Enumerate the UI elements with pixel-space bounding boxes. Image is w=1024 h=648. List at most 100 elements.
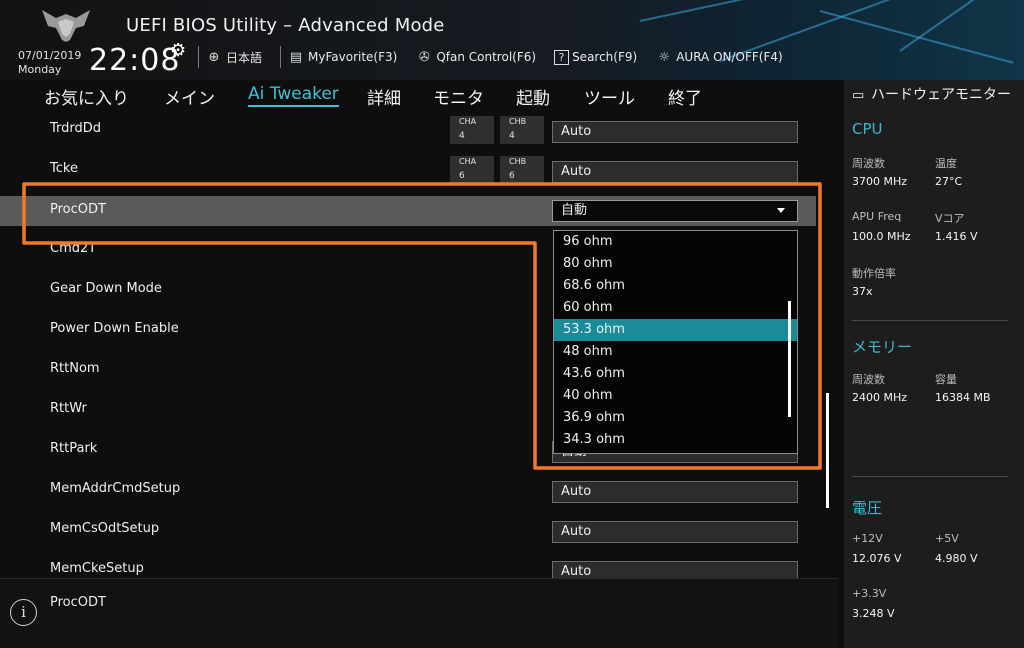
procodt-dropdown: 96 ohm 80 ohm 68.6 ohm 60 ohm 53.3 ohm 4… <box>553 230 798 454</box>
cpu-temp-label: 温度 <box>935 157 957 170</box>
setting-row-tcke[interactable]: Tcke CHA 6 CHB 6 Auto <box>0 152 816 192</box>
dropdown-option[interactable]: 60 ohm <box>554 297 797 319</box>
v33-value: 3.248 V <box>852 607 895 620</box>
main-menu: お気に入り メイン Ai Tweaker 詳細 モニタ 起動 ツール 終了 <box>0 80 838 112</box>
header-decoration <box>899 0 1016 52</box>
date-display: 07/01/2019 Monday <box>18 49 81 77</box>
section-divider <box>852 476 1008 477</box>
aura-button[interactable]: ☼ AURA ON/OFF(F4) <box>655 50 782 65</box>
setting-label: Cmd2T <box>50 241 97 256</box>
setting-label: MemCkeSetup <box>50 561 144 576</box>
tab-tool[interactable]: ツール <box>584 84 635 109</box>
myfavorite-button[interactable]: ▤ MyFavorite(F3) <box>287 50 397 65</box>
setting-label: RttWr <box>50 401 87 416</box>
setting-label: MemCsOdtSetup <box>50 521 160 536</box>
dropdown-option[interactable]: 48 ohm <box>554 341 797 363</box>
memory-freq-label: 周波数 <box>852 373 885 386</box>
setting-label: Power Down Enable <box>50 321 179 336</box>
dropdown-option[interactable]: 36.9 ohm <box>554 407 797 429</box>
channel-a-value: CHA 6 <box>450 156 494 184</box>
dropdown-option[interactable]: 40 ohm <box>554 385 797 407</box>
dropdown-scrollbar[interactable] <box>788 301 791 417</box>
apu-freq-value: 100.0 MHz <box>852 230 911 243</box>
setting-value-input[interactable]: Auto <box>552 481 798 503</box>
weekday-text: Monday <box>18 63 62 76</box>
setting-row-memckesetup[interactable]: MemCkeSetup Auto <box>0 552 816 578</box>
ratio-value: 37x <box>852 285 873 298</box>
setting-value-input[interactable]: Auto <box>552 121 798 143</box>
toolbar-divider <box>198 46 199 68</box>
gear-icon[interactable]: ⚙ <box>170 40 186 61</box>
header-bar: UEFI BIOS Utility – Advanced Mode 07/01/… <box>0 0 1024 80</box>
setting-label: Gear Down Mode <box>50 281 162 296</box>
setting-label: TrdrdDd <box>50 121 102 136</box>
tab-main[interactable]: メイン <box>164 84 215 109</box>
chevron-down-icon <box>777 208 785 213</box>
setting-row-memcsodtsetup[interactable]: MemCsOdtSetup Auto <box>0 512 816 552</box>
tab-monitor[interactable]: モニタ <box>433 84 484 109</box>
tab-favorites[interactable]: お気に入り <box>44 84 129 109</box>
aura-label: AURA ON/OFF(F4) <box>676 50 783 64</box>
hardware-monitor-title: ▭ ハードウェアモニター <box>852 87 1011 103</box>
setting-row-memaddrcmdsetup[interactable]: MemAddrCmdSetup Auto <box>0 472 816 512</box>
toolbar-divider <box>280 46 282 68</box>
dropdown-option-highlighted[interactable]: 53.3 ohm <box>554 319 797 341</box>
dropdown-option[interactable]: 68.6 ohm <box>554 275 797 297</box>
vcore-label: Vコア <box>935 212 965 225</box>
search-button[interactable]: ? Search(F9) <box>554 49 638 65</box>
help-text: ProcODT <box>50 595 106 610</box>
section-divider <box>852 320 1008 321</box>
search-label: Search(F9) <box>572 50 638 64</box>
ratio-label: 動作倍率 <box>852 267 896 280</box>
setting-label: RttNom <box>50 361 100 376</box>
setting-value-input[interactable]: Auto <box>552 161 798 183</box>
v5-value: 4.980 V <box>935 552 978 565</box>
setting-label: Tcke <box>50 161 78 176</box>
question-icon: ? <box>554 49 570 65</box>
procodt-select[interactable]: 自動 <box>552 200 798 222</box>
channel-b-value: CHB 6 <box>500 156 544 184</box>
dropdown-option[interactable]: 34.3 ohm <box>554 429 797 451</box>
vcore-value: 1.416 V <box>935 230 978 243</box>
globe-icon: ⊕ <box>208 49 220 65</box>
info-icon: i <box>10 599 37 626</box>
qfan-control-button[interactable]: ✇ Qfan Control(F6) <box>415 50 536 65</box>
fan-icon: ✇ <box>418 49 430 65</box>
toolbar: ⊕ 日本語 ▤ MyFavorite(F3) ✇ Qfan Control(F6… <box>198 44 801 70</box>
cpu-temp-value: 27°C <box>935 175 963 188</box>
setting-label: RttPark <box>50 441 98 456</box>
setting-value-input[interactable]: Auto <box>552 561 798 578</box>
memory-freq-value: 2400 MHz <box>852 391 908 404</box>
channel-b-value: CHB 4 <box>500 116 544 144</box>
cpu-freq-label: 周波数 <box>852 157 885 170</box>
tab-boot[interactable]: 起動 <box>516 84 550 109</box>
language-label: 日本語 <box>226 50 263 65</box>
cpu-heading: CPU <box>852 120 883 138</box>
dropdown-option[interactable]: 43.6 ohm <box>554 363 797 385</box>
date-text: 07/01/2019 <box>18 49 82 62</box>
setting-value-input[interactable]: Auto <box>552 521 798 543</box>
clock-display: 22:08 <box>89 43 181 78</box>
setting-label: MemAddrCmdSetup <box>50 481 181 496</box>
language-button[interactable]: ⊕ 日本語 <box>205 49 262 66</box>
apu-freq-label: APU Freq <box>852 210 902 223</box>
tab-exit[interactable]: 終了 <box>668 84 702 109</box>
hardware-monitor-panel: ▭ ハードウェアモニター CPU 周波数 温度 3700 MHz 27°C APU… <box>844 80 1024 648</box>
channel-a-value: CHA 4 <box>450 116 494 144</box>
tab-ai-tweaker[interactable]: Ai Tweaker <box>248 84 339 107</box>
setting-row-procodt[interactable]: ProcODT 自動 <box>0 196 816 226</box>
v12-value: 12.076 V <box>852 552 902 565</box>
v12-label: +12V <box>852 532 883 545</box>
v5-label: +5V <box>935 532 959 545</box>
dropdown-option[interactable]: 96 ohm <box>554 231 797 253</box>
qfan-control-label: Qfan Control(F6) <box>436 50 537 64</box>
setting-label: ProcODT <box>50 202 106 217</box>
settings-scrollbar[interactable] <box>826 393 829 508</box>
tuf-logo-icon <box>42 10 90 42</box>
window-title: UEFI BIOS Utility – Advanced Mode <box>126 15 445 36</box>
memory-capacity-value: 16384 MB <box>935 391 991 404</box>
setting-row-trdrddd[interactable]: TrdrdDd CHA 4 CHB 4 Auto <box>0 112 816 152</box>
dropdown-option[interactable]: 80 ohm <box>554 253 797 275</box>
tab-advanced[interactable]: 詳細 <box>367 84 401 109</box>
help-bar: i ProcODT <box>0 578 838 648</box>
